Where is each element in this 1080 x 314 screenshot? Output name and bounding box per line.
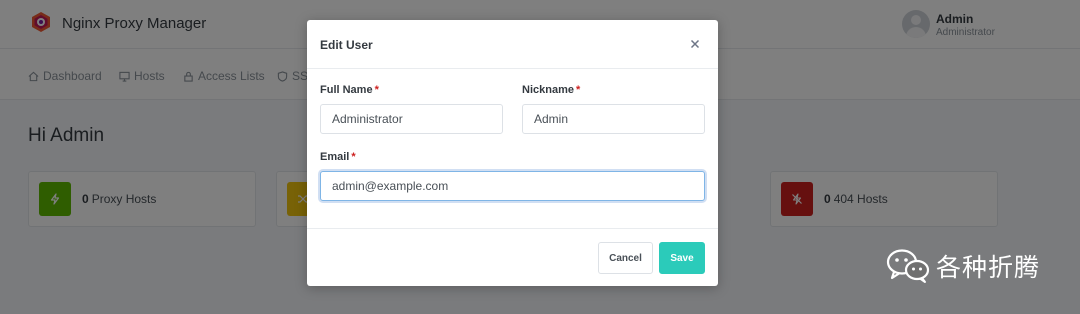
cancel-button[interactable]: Cancel (598, 242, 653, 274)
nickname-input[interactable] (522, 104, 705, 134)
full-name-label: Full Name * (320, 84, 379, 96)
edit-user-dialog: Edit User Full Name* Nickname* Email* Ca… (307, 20, 718, 286)
nickname-label: Nickname * (522, 84, 581, 96)
modal-header: Edit User (307, 20, 718, 69)
save-button[interactable]: Save (659, 242, 705, 274)
wechat-icon (886, 249, 930, 283)
required-marker: * (575, 84, 581, 96)
watermark: 各种折腾 (886, 248, 1040, 284)
required-marker: * (374, 84, 379, 96)
full-name-input[interactable] (320, 104, 503, 134)
email-input[interactable] (320, 171, 705, 201)
watermark-text: 各种折腾 (936, 253, 1041, 282)
email-label: Email * (320, 151, 356, 163)
required-marker: * (351, 151, 356, 163)
modal-footer: Cancel Save (307, 228, 718, 287)
close-icon[interactable] (687, 36, 703, 52)
modal-title: Edit User (320, 38, 373, 52)
